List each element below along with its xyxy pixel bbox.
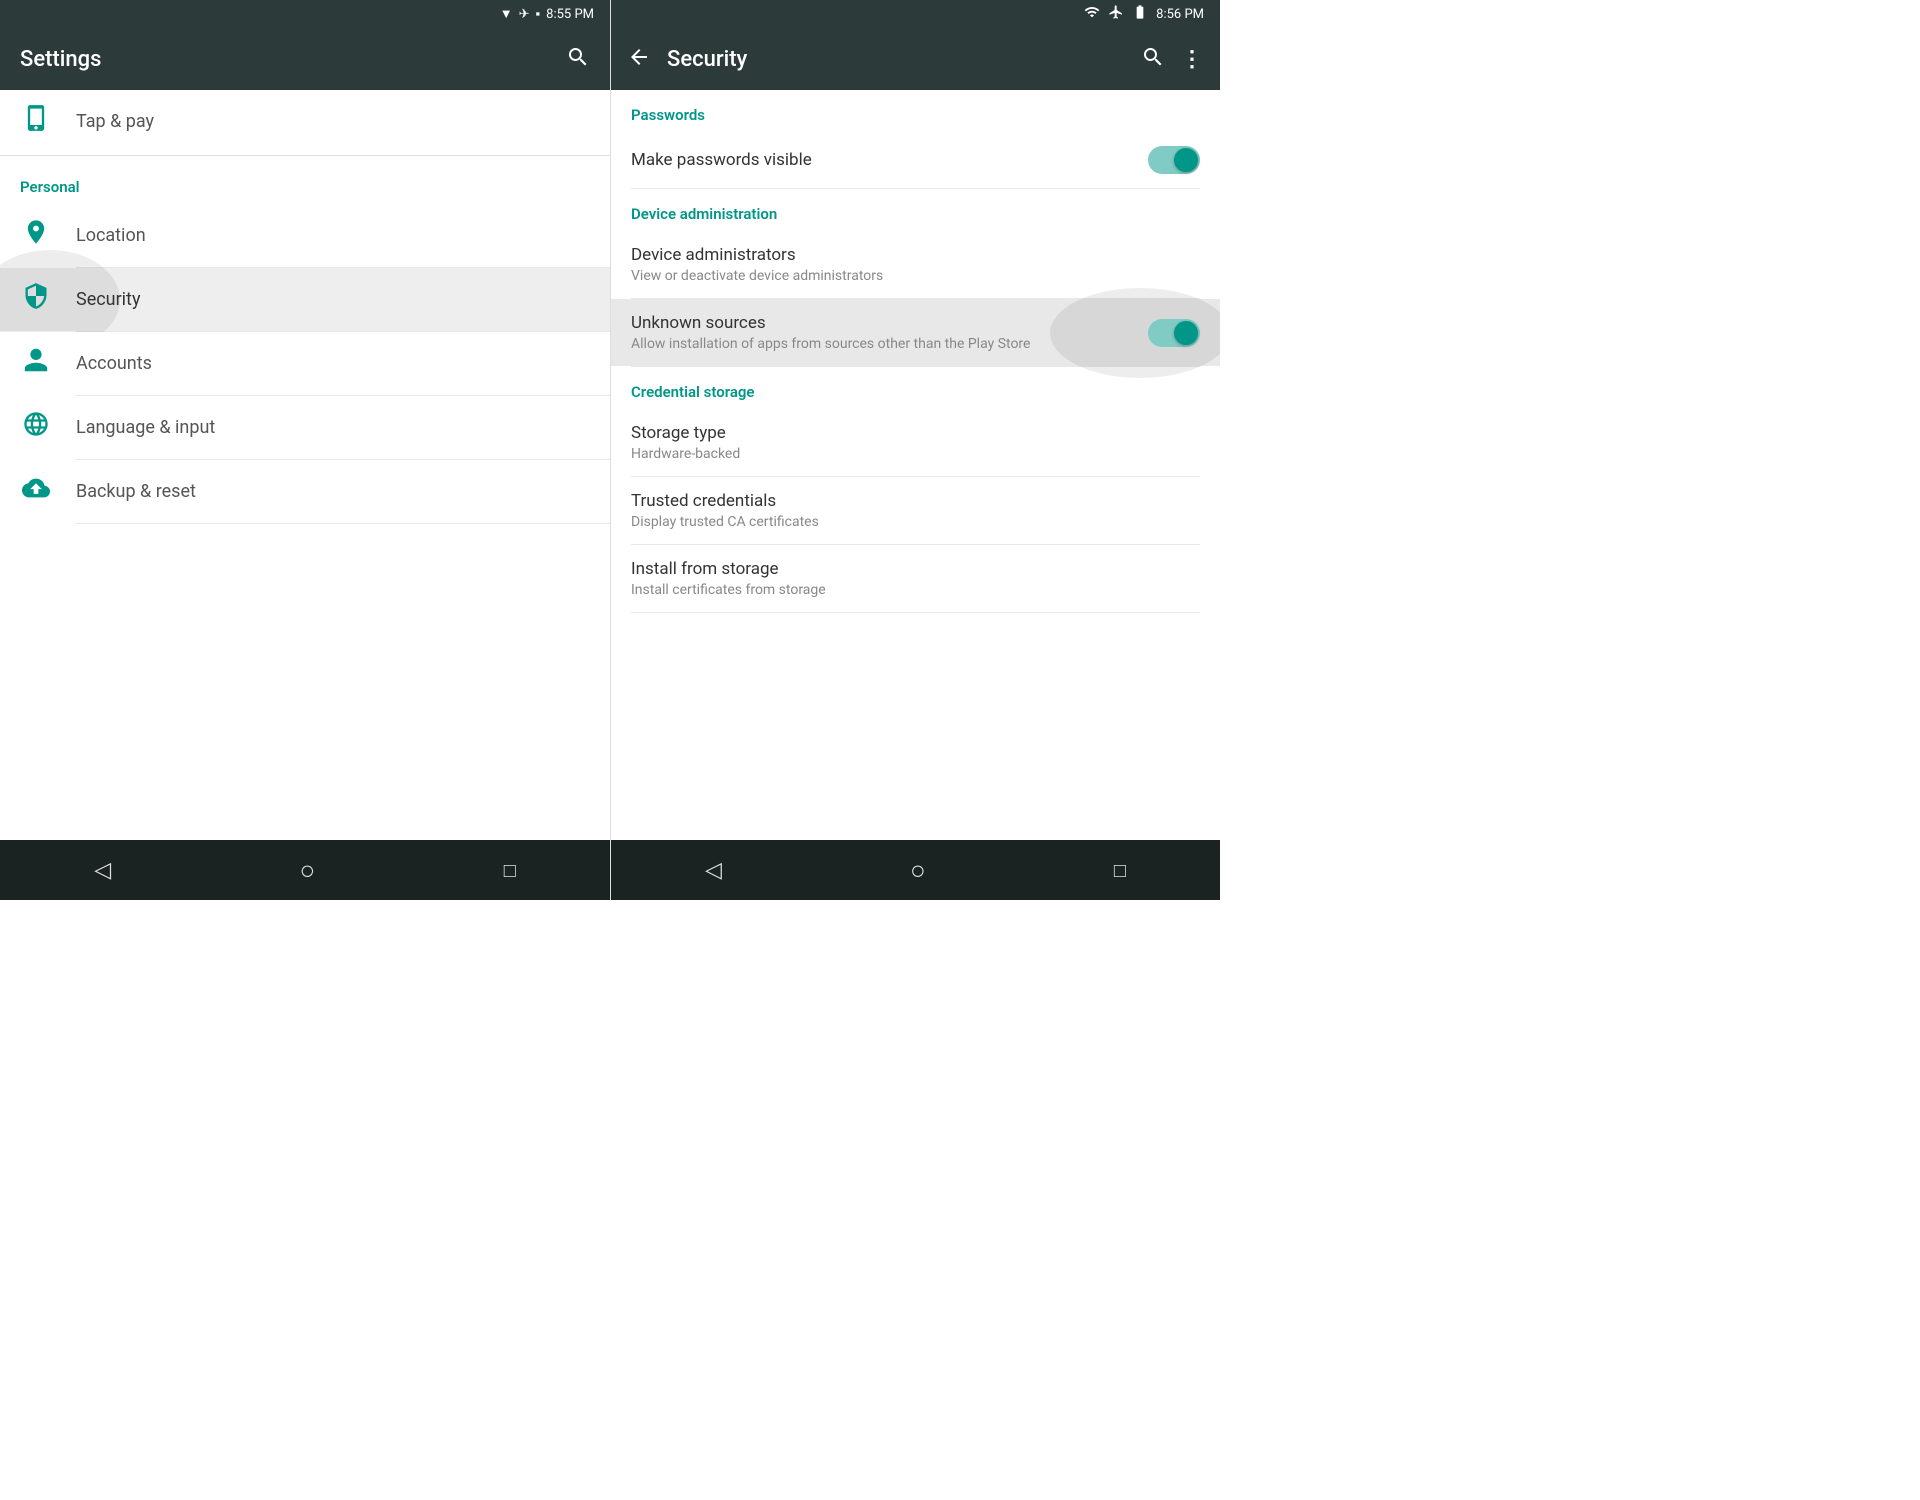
settings-panel: ▼ ✈ ▪ 8:55 PM Settings Tap & pay Person — [0, 0, 610, 900]
settings-item-backup[interactable]: Backup & reset — [0, 460, 610, 523]
status-time-left: 8:55 PM — [546, 7, 594, 22]
unknown-sources-main: Unknown sources — [631, 313, 1030, 333]
trusted-credentials-item[interactable]: Trusted credentials Display trusted CA c… — [611, 477, 1220, 544]
unknown-sources-toggle[interactable] — [1148, 319, 1200, 347]
app-bar-left: Settings — [0, 28, 610, 90]
install-from-storage-text: Install from storage Install certificate… — [631, 559, 826, 598]
settings-item-security[interactable]: Security — [0, 268, 610, 331]
device-administrators-item[interactable]: Device administrators View or deactivate… — [611, 231, 1220, 298]
unknown-sources-item[interactable]: Unknown sources Allow installation of ap… — [611, 299, 1220, 366]
wifi-icon-right — [1084, 4, 1100, 24]
tap-pay-item[interactable]: Tap & pay — [0, 90, 610, 153]
make-passwords-visible-item[interactable]: Make passwords visible — [611, 132, 1220, 188]
install-from-storage-main: Install from storage — [631, 559, 826, 579]
settings-item-language[interactable]: Language & input — [0, 396, 610, 459]
nav-bar-right: ◁ ○ □ — [611, 840, 1220, 900]
make-passwords-visible-text: Make passwords visible — [631, 150, 812, 170]
personal-section-header: Personal — [0, 158, 610, 204]
security-content: Passwords Make passwords visible Device … — [611, 90, 1220, 840]
nav-home-right[interactable]: ○ — [910, 855, 926, 886]
settings-item-location[interactable]: Location — [0, 204, 610, 267]
status-bar-left: ▼ ✈ ▪ 8:55 PM — [0, 0, 610, 28]
unknown-sources-sub: Allow installation of apps from sources … — [631, 336, 1030, 352]
settings-item-accounts[interactable]: Accounts — [0, 332, 610, 395]
app-bar-left-group: Security — [627, 45, 747, 73]
divider-tap-pay — [0, 155, 610, 156]
device-administrators-sub: View or deactivate device administrators — [631, 268, 883, 284]
location-label: Location — [76, 225, 146, 246]
storage-type-item[interactable]: Storage type Hardware-backed — [611, 409, 1220, 476]
trusted-credentials-text: Trusted credentials Display trusted CA c… — [631, 491, 819, 530]
passwords-section-header: Passwords — [611, 90, 1220, 132]
language-icon — [20, 410, 52, 445]
toggle-knob-unknown — [1174, 321, 1198, 345]
settings-title: Settings — [20, 47, 101, 72]
tap-pay-icon — [20, 104, 52, 139]
make-passwords-visible-toggle[interactable] — [1148, 146, 1200, 174]
credential-storage-section-header: Credential storage — [611, 367, 1220, 409]
backup-label: Backup & reset — [76, 481, 196, 502]
security-panel: 8:56 PM Security ⋮ Passwords Ma — [610, 0, 1220, 900]
storage-type-main: Storage type — [631, 423, 740, 443]
status-time-right: 8:56 PM — [1156, 7, 1204, 22]
battery-icon-right — [1132, 4, 1148, 24]
install-from-storage-item[interactable]: Install from storage Install certificate… — [611, 545, 1220, 612]
install-from-storage-sub: Install certificates from storage — [631, 582, 826, 598]
language-label: Language & input — [76, 417, 215, 438]
storage-type-sub: Hardware-backed — [631, 446, 740, 462]
make-passwords-visible-main: Make passwords visible — [631, 150, 812, 170]
nav-bar-left: ◁ ○ □ — [0, 840, 610, 900]
airplane-icon-right — [1108, 4, 1124, 24]
app-bar-right: Security ⋮ — [611, 28, 1220, 90]
battery-icon: ▪ — [536, 6, 541, 22]
more-options-icon[interactable]: ⋮ — [1181, 47, 1204, 72]
tap-pay-label: Tap & pay — [76, 111, 154, 132]
backup-icon — [20, 474, 52, 509]
search-icon-right[interactable] — [1141, 45, 1165, 73]
device-administrators-text: Device administrators View or deactivate… — [631, 245, 883, 284]
toggle-knob — [1174, 148, 1198, 172]
status-icons-left: ▼ ✈ ▪ 8:55 PM — [500, 6, 594, 22]
status-bar-right: 8:56 PM — [611, 0, 1220, 28]
nav-back-right[interactable]: ◁ — [705, 858, 722, 883]
accounts-icon — [20, 346, 52, 381]
back-icon[interactable] — [627, 45, 651, 73]
nav-back-left[interactable]: ◁ — [94, 858, 111, 883]
trusted-credentials-sub: Display trusted CA certificates — [631, 514, 819, 530]
app-bar-right-icons: ⋮ — [1141, 45, 1204, 73]
nav-recents-right[interactable]: □ — [1114, 858, 1126, 883]
nav-home-left[interactable]: ○ — [300, 855, 316, 886]
security-icon — [20, 282, 52, 317]
device-admin-section-header: Device administration — [611, 189, 1220, 231]
location-icon — [20, 218, 52, 253]
divider-install-storage — [631, 612, 1200, 613]
search-icon[interactable] — [566, 45, 590, 73]
security-page-title: Security — [667, 47, 747, 72]
security-label: Security — [76, 289, 140, 310]
unknown-sources-text: Unknown sources Allow installation of ap… — [631, 313, 1030, 352]
settings-list: Tap & pay Personal Location Security — [0, 90, 610, 840]
nav-recents-left[interactable]: □ — [504, 858, 516, 883]
divider-backup — [76, 523, 610, 524]
accounts-label: Accounts — [76, 353, 152, 374]
wifi-icon: ▼ — [500, 6, 513, 22]
signal-icon: ✈ — [519, 7, 530, 22]
trusted-credentials-main: Trusted credentials — [631, 491, 819, 511]
storage-type-text: Storage type Hardware-backed — [631, 423, 740, 462]
device-administrators-main: Device administrators — [631, 245, 883, 265]
